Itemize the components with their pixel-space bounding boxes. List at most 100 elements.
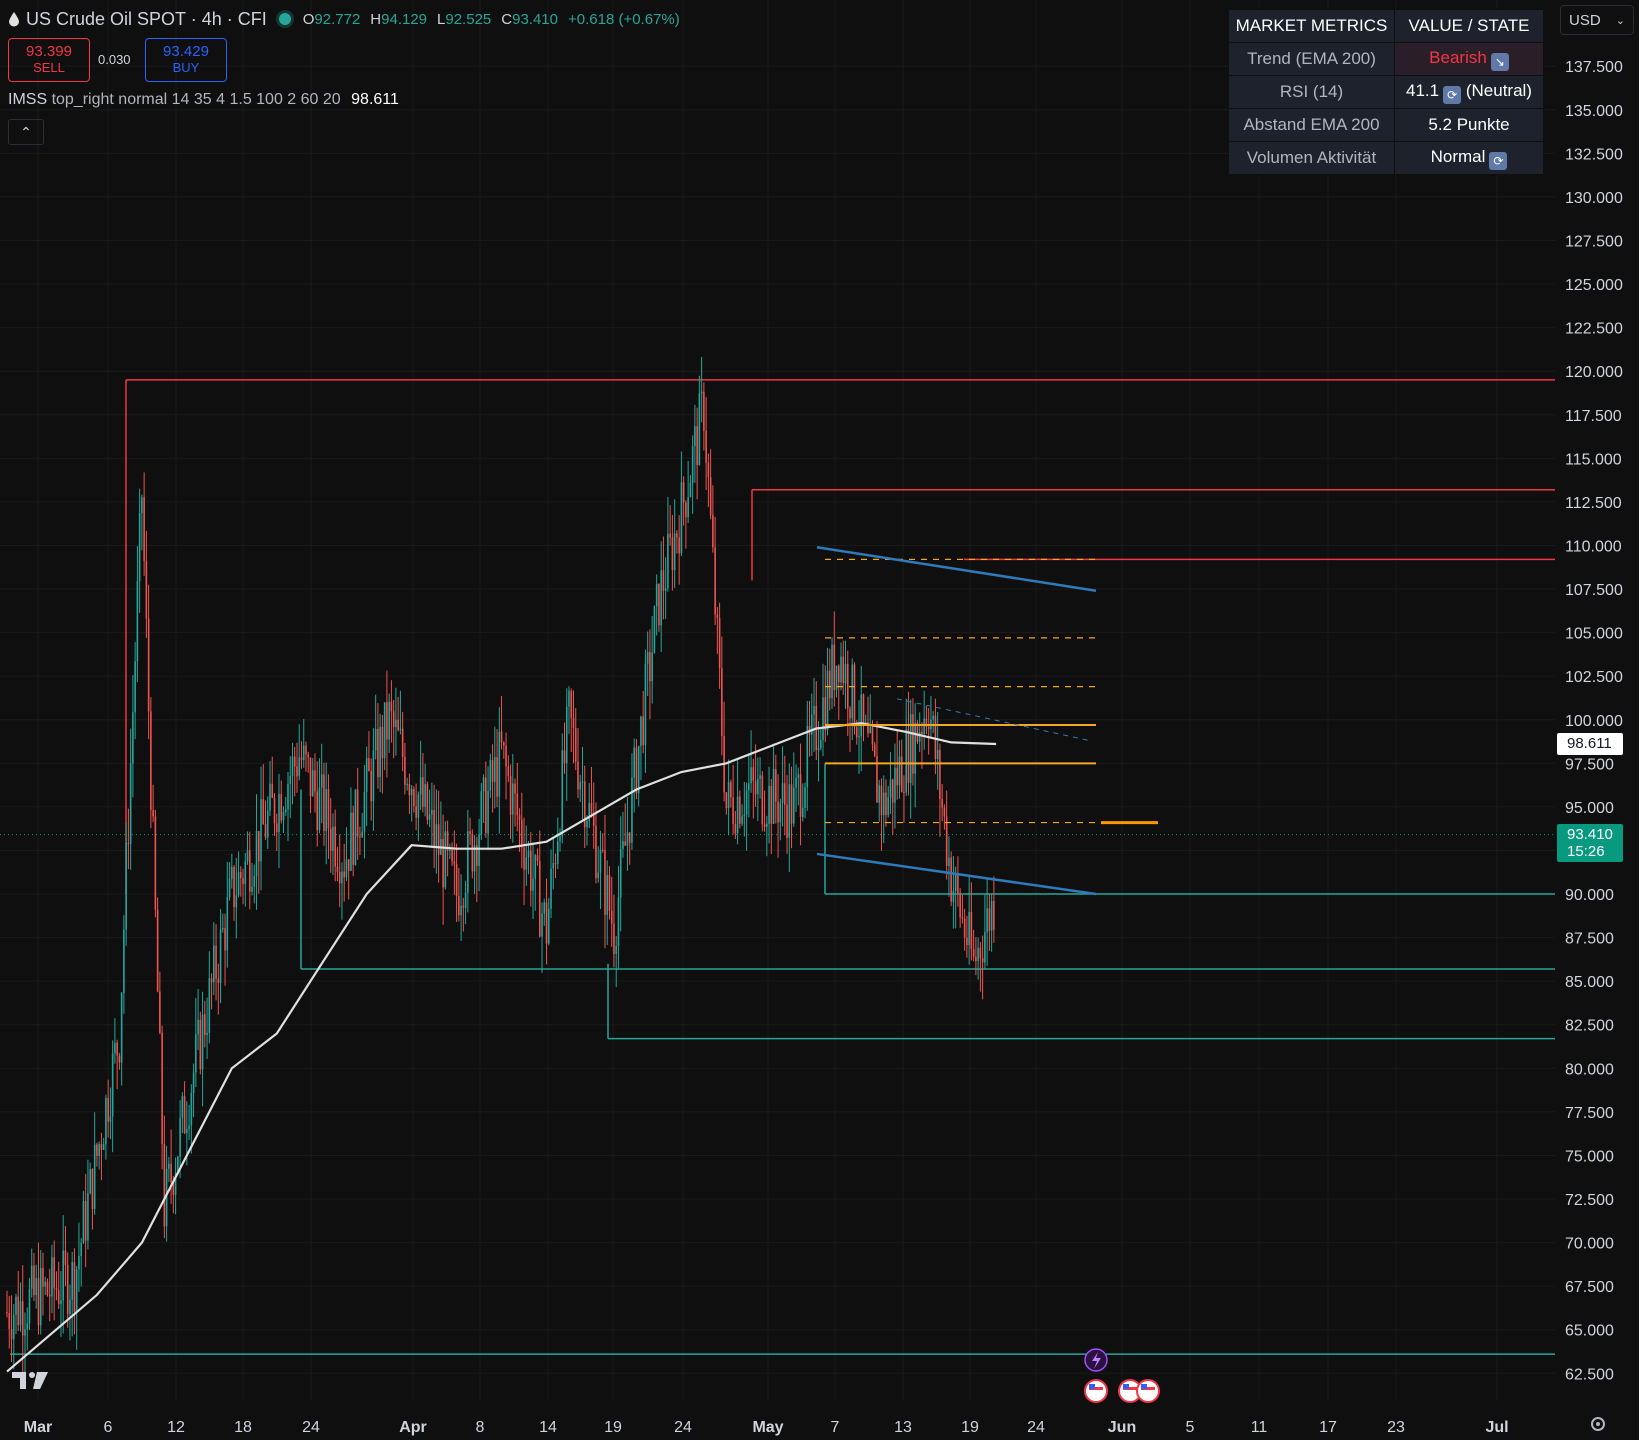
us-flag-event-icon[interactable] (1136, 1379, 1160, 1403)
candle-body (114, 1042, 116, 1054)
candle-body (314, 770, 316, 792)
candle-body (120, 993, 123, 1063)
candle-body (147, 618, 150, 712)
candle-body (649, 652, 651, 682)
candle-body (257, 831, 260, 862)
candle-body (837, 665, 840, 683)
ema-price-tag: 98.611 (1557, 733, 1623, 755)
candle-body (633, 747, 635, 778)
candle-body (721, 668, 723, 737)
metrics-header-value: VALUE / STATE (1394, 9, 1544, 43)
sell-button[interactable]: 93.399 SELL (8, 38, 90, 82)
candle-body (129, 763, 132, 844)
candle-body (89, 1169, 91, 1194)
candle-body (35, 1278, 38, 1296)
candle-body (536, 855, 539, 861)
candle-body (547, 908, 550, 944)
symbol-header[interactable]: US Crude Oil SPOT · 4h · CFI O92.772 H94… (8, 6, 680, 32)
candle-body (599, 849, 602, 873)
price-axis[interactable]: 137.500 135.000 132.500 130.000 127.500 125.0… (1565, 59, 1623, 1383)
spread-value: 0.030 (98, 52, 131, 67)
candle-body (485, 777, 487, 834)
price-tick-label: 77.500 (1565, 1105, 1614, 1122)
time-tick-label: 24 (674, 1419, 692, 1436)
candle-body (898, 756, 901, 786)
indicator-legend[interactable]: IMSS top_right normal 14 35 4 1.5 100 2 … (8, 91, 399, 109)
candle-body (943, 807, 946, 817)
candle-body (424, 784, 426, 807)
candle-body (127, 843, 130, 845)
metric-label: Trend (EMA 200) (1228, 42, 1395, 76)
candle-body (341, 871, 343, 884)
candle-body (386, 702, 388, 740)
candle-body (284, 809, 287, 812)
ohlc-close-value: 93.410 (512, 10, 558, 28)
candle-body (482, 777, 485, 792)
candle-body (885, 792, 887, 816)
candle-body (233, 866, 235, 908)
candle-body (772, 768, 775, 824)
candle-body (912, 714, 914, 774)
candle-body (383, 702, 386, 759)
candle-body (111, 1053, 114, 1117)
candle-body (646, 652, 649, 664)
candle-body (921, 732, 923, 734)
tradingview-logo-icon[interactable] (10, 1369, 50, 1393)
candle-body (363, 791, 366, 832)
candle-body (784, 783, 786, 805)
candle-body (840, 656, 842, 683)
candle-body (579, 782, 582, 790)
collapse-legend-button[interactable]: ⌃ (8, 119, 44, 145)
candle-body (138, 513, 141, 582)
candle-body (687, 497, 689, 518)
candle-body (653, 606, 656, 653)
market-metrics-table: MARKET METRICS VALUE / STATE Trend (EMA … (1228, 9, 1544, 175)
price-tick-label: 82.500 (1565, 1018, 1614, 1035)
candle-body (455, 864, 458, 897)
candle-body (17, 1296, 20, 1325)
candle-body (269, 783, 271, 811)
candle-body (96, 1144, 98, 1156)
candle-body (478, 834, 480, 866)
candle-body (817, 747, 820, 751)
candle-body (179, 1117, 181, 1157)
candle-body (869, 727, 872, 734)
price-tick-label: 137.500 (1565, 59, 1623, 76)
symbol-title[interactable]: US Crude Oil SPOT · 4h · CFI (26, 9, 267, 30)
candle-body (880, 785, 883, 816)
candle-body (896, 767, 899, 786)
candle-body (624, 841, 626, 846)
price-tick-label: 120.000 (1565, 364, 1623, 381)
candle-body (170, 1163, 172, 1183)
candle-body (91, 1169, 94, 1210)
price-chart[interactable]: 137.500 135.000 132.500 130.000 127.500 125.0… (0, 0, 1639, 1440)
candle-body (444, 831, 447, 888)
lightning-event-icon[interactable] (1084, 1348, 1108, 1372)
flag-event-circle (1136, 1379, 1160, 1403)
time-tick-label: 14 (539, 1419, 557, 1436)
candle-body (529, 850, 532, 891)
candle-body (431, 810, 433, 815)
candle-body (907, 729, 910, 783)
candle-body (222, 928, 224, 930)
candle-body (51, 1257, 53, 1297)
candle-body (833, 644, 836, 690)
candle-body (640, 716, 642, 747)
candle-body (271, 783, 274, 798)
candle-body (556, 841, 559, 864)
candle-body (80, 1243, 82, 1257)
metric-label: Abstand EMA 200 (1228, 108, 1395, 142)
candle-body (30, 1265, 33, 1289)
candle-body (712, 515, 714, 548)
time-axis[interactable]: Mar 6 12 18 24 Apr 8 14 19 24 May 7 13 19 24 Jun 5 11 17 23… (24, 1419, 1509, 1436)
candle-body (561, 750, 564, 837)
gear-icon[interactable] (1588, 1414, 1608, 1434)
price-tick-label: 75.000 (1565, 1148, 1614, 1165)
price-tick-label: 100.000 (1565, 713, 1623, 730)
metric-value: Bearish ↘ (1394, 42, 1544, 76)
cycle-arrows-icon: ⟳ (1489, 151, 1508, 170)
candle-body (145, 560, 148, 619)
buy-button[interactable]: 93.429 BUY (145, 38, 227, 82)
us-flag-event-icon[interactable] (1084, 1379, 1108, 1403)
currency-select[interactable]: USD ⌄ (1560, 5, 1634, 35)
